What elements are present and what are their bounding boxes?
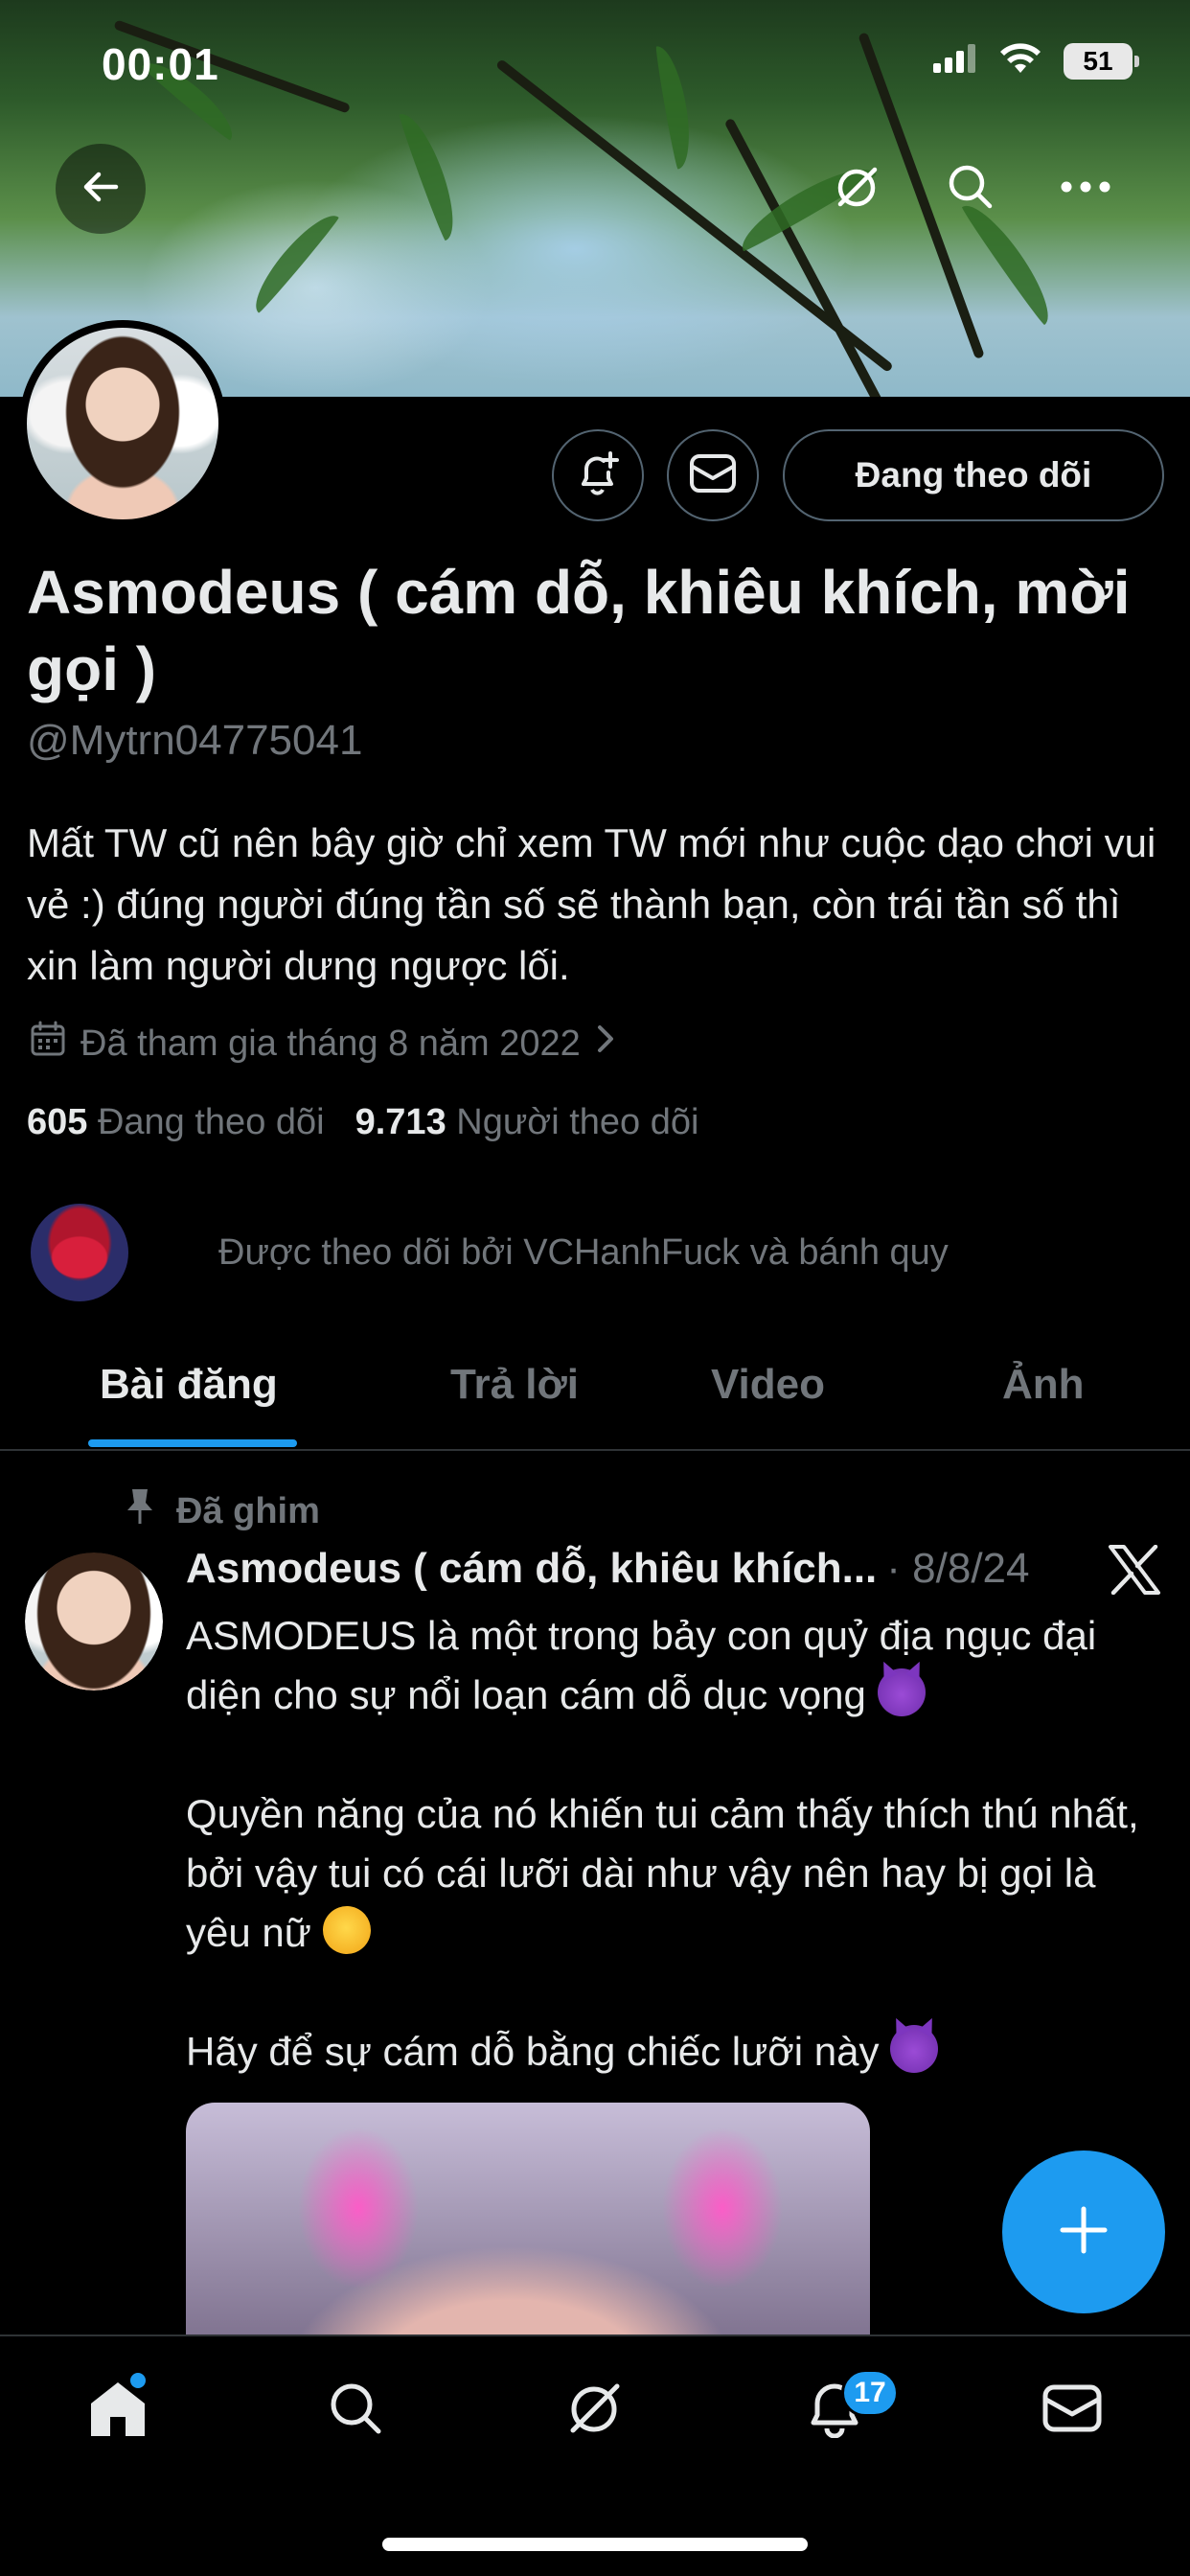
x-logo-icon	[1108, 1544, 1161, 1599]
following-label: Đang theo dõi	[97, 1102, 325, 1142]
tab-video[interactable]: Video	[711, 1361, 825, 1409]
new-content-dot	[130, 2373, 146, 2388]
battery-icon: 51	[1064, 42, 1139, 80]
banner-leaf	[243, 205, 341, 314]
tab-posts[interactable]: Bài đăng	[100, 1361, 278, 1409]
nav-grok[interactable]	[552, 2367, 638, 2453]
followers-count: 9.713	[355, 1102, 446, 1142]
post-header: Asmodeus ( cám dỗ, khiêu khích... · 8/8/…	[186, 1545, 1087, 1593]
post-paragraph: Quyền năng của nó khiến tui cảm thấy thí…	[186, 1784, 1163, 1963]
search-icon	[946, 162, 995, 217]
grok-icon	[563, 2377, 627, 2445]
mutual-follower-avatar	[31, 1204, 128, 1301]
post-paragraph-1: ASMODEUS là một trong bảy con quỷ địa ng…	[186, 1613, 1097, 1717]
joined-date: Đã tham gia tháng 8 năm 2022	[80, 1023, 581, 1064]
pinned-label: Đã ghim	[176, 1490, 320, 1531]
post-author-avatar[interactable]	[25, 1552, 163, 1690]
post-date[interactable]: · 8/8/24	[886, 1545, 1029, 1593]
nav-home[interactable]	[75, 2367, 161, 2453]
nav-notifications[interactable]: 17	[791, 2367, 899, 2453]
calendar-icon	[29, 1020, 67, 1068]
signal-icon	[933, 44, 977, 78]
wifi-icon	[998, 42, 1042, 80]
followed-by-row[interactable]: Được theo dõi bởi VCHanhFuck và bánh quy	[31, 1204, 949, 1301]
post-author-name[interactable]: Asmodeus ( cám dỗ, khiêu khích...	[186, 1545, 877, 1593]
post-paragraph-3: Hãy để sự cám dỗ bằng chiếc lưỡi này	[186, 2029, 880, 2074]
status-icons: 51	[933, 42, 1139, 80]
user-handle: @Mytrn04775041	[27, 717, 363, 764]
following-count: 605	[27, 1102, 88, 1142]
display-name: Asmodeus ( cám dỗ, khiêu khích, mời gọi …	[27, 558, 1131, 703]
pin-icon	[125, 1487, 155, 1535]
more-icon	[1061, 180, 1110, 197]
following-stat[interactable]: 605 Đang theo dõi	[27, 1102, 325, 1143]
notification-add-icon	[574, 449, 622, 502]
message-icon	[689, 453, 737, 498]
profile-bio: Mất TW cũ nên bây giờ chỉ xem TW mới như…	[27, 820, 1156, 988]
banner-leaf	[397, 107, 466, 242]
status-time: 00:01	[102, 39, 219, 89]
post-avatar-image	[25, 1552, 163, 1690]
active-tab-indicator	[88, 1439, 297, 1447]
search-icon	[327, 2380, 384, 2442]
follow-stats: 605 Đang theo dõi 9.713 Người theo dõi	[27, 1102, 698, 1143]
joined-date-row[interactable]: Đã tham gia tháng 8 năm 2022	[29, 1020, 617, 1068]
tab-replies[interactable]: Trả lời	[450, 1361, 579, 1409]
banner-leaf	[653, 43, 698, 170]
smiling-devil-emoji-icon	[890, 2025, 939, 2073]
chevron-right-icon	[594, 1022, 617, 1066]
smiling-devil-emoji-icon	[877, 1668, 926, 1716]
post-paragraph: ASMODEUS là một trong bảy con quỷ địa ng…	[186, 1606, 1163, 1725]
followers-label: Người theo dõi	[456, 1102, 699, 1142]
followers-stat[interactable]: 9.713 Người theo dõi	[355, 1102, 699, 1143]
avatar-image	[27, 328, 218, 519]
notifications-toggle-button[interactable]	[552, 429, 644, 521]
followed-by-text: Được theo dõi bởi VCHanhFuck và bánh quy	[218, 1231, 949, 1273]
tab-photos[interactable]: Ảnh	[1002, 1361, 1085, 1409]
back-button[interactable]	[56, 144, 146, 234]
grok-button[interactable]	[814, 146, 901, 232]
home-indicator	[382, 2538, 808, 2551]
plus-icon	[1057, 2203, 1110, 2262]
more-button[interactable]	[1042, 146, 1129, 232]
grok-icon	[833, 162, 882, 217]
nav-messages[interactable]	[1029, 2367, 1115, 2453]
following-button[interactable]: Đang theo dõi	[783, 429, 1164, 521]
nav-search[interactable]	[312, 2367, 399, 2453]
search-button[interactable]	[927, 146, 1014, 232]
pinned-indicator: Đã ghim	[125, 1487, 320, 1535]
post-media-image[interactable]	[186, 2103, 870, 2352]
message-button[interactable]	[667, 429, 759, 521]
notifications-badge: 17	[841, 2369, 899, 2417]
profile-tabs: Bài đăng Trả lời Video Ảnh	[0, 1340, 1190, 1451]
post-paragraph: Hãy để sự cám dỗ bằng chiếc lưỡi này	[186, 2022, 1163, 2082]
back-arrow-icon	[80, 166, 122, 213]
battery-level: 51	[1083, 45, 1113, 76]
compose-button[interactable]	[1002, 2150, 1165, 2313]
rofl-emoji-icon	[315, 1898, 378, 1962]
profile-avatar[interactable]	[19, 320, 226, 527]
post-text: ASMODEUS là một trong bảy con quỷ địa ng…	[186, 1606, 1163, 2082]
messages-icon	[1041, 2383, 1103, 2438]
